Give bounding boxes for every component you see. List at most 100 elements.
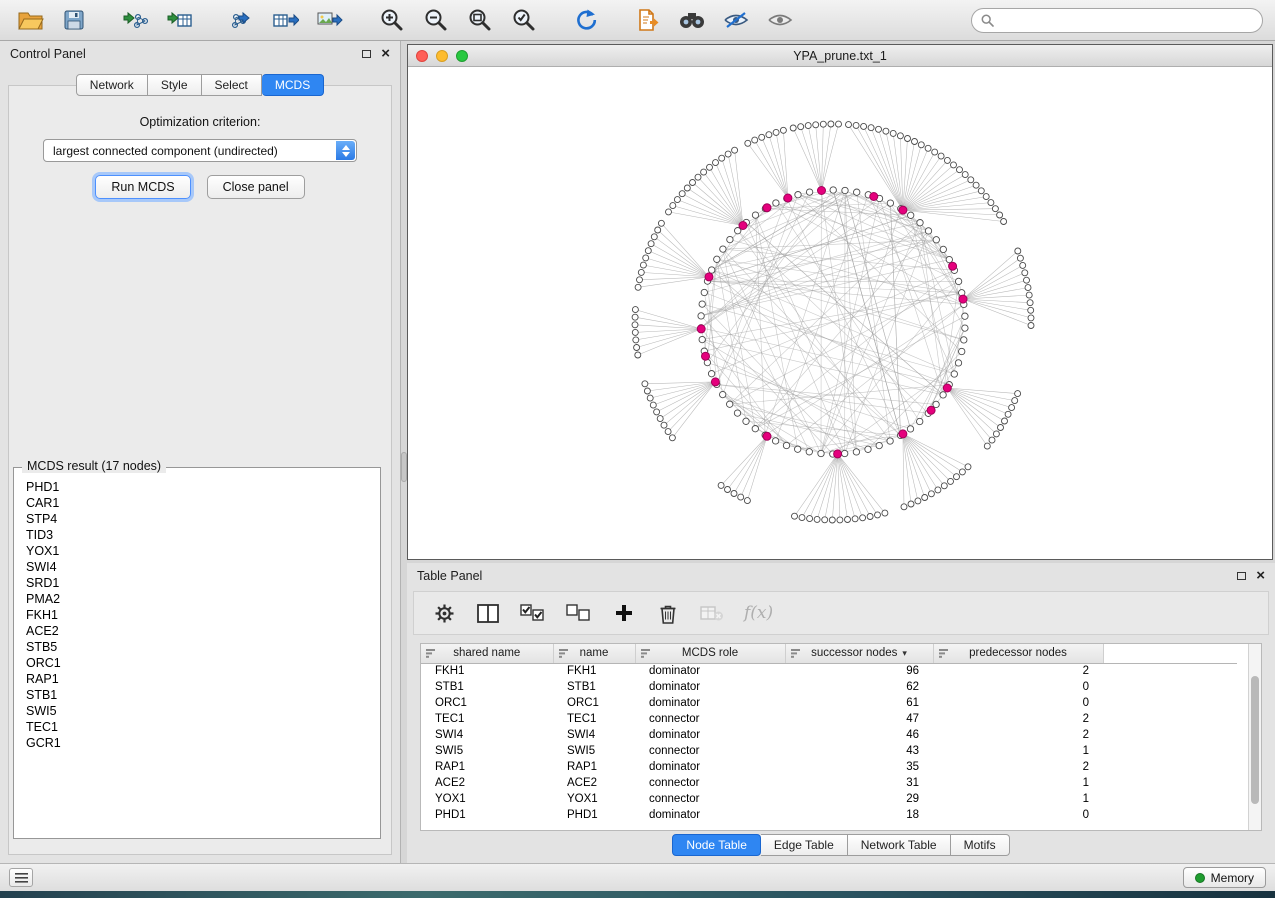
graph-node[interactable] <box>846 122 852 128</box>
graph-node[interactable] <box>984 443 990 449</box>
graph-node[interactable] <box>918 142 924 148</box>
graph-node[interactable] <box>719 155 725 161</box>
status-menu-button[interactable] <box>9 868 33 887</box>
graph-hub-node[interactable] <box>899 430 907 438</box>
graph-node[interactable] <box>743 418 749 424</box>
table-cell[interactable]: ORC1 <box>553 695 635 711</box>
mcds-result-item[interactable]: SWI5 <box>26 703 368 719</box>
table-cell[interactable]: SWI5 <box>553 743 635 759</box>
mcds-result-item[interactable]: ORC1 <box>26 655 368 671</box>
graph-node[interactable] <box>959 348 965 354</box>
hide-details-button[interactable] <box>718 4 754 36</box>
graph-node[interactable] <box>773 200 779 206</box>
table-cell[interactable]: ACE2 <box>421 775 553 791</box>
graph-node[interactable] <box>732 147 738 153</box>
graph-hub-node[interactable] <box>697 325 705 333</box>
graph-node[interactable] <box>993 431 999 437</box>
graph-node[interactable] <box>1022 270 1028 276</box>
table-cell[interactable]: SWI4 <box>421 727 553 743</box>
table-cell[interactable]: 47 <box>785 711 933 727</box>
graph-node[interactable] <box>951 371 957 377</box>
graph-node[interactable] <box>933 237 939 243</box>
graph-node[interactable] <box>647 395 653 401</box>
graph-node[interactable] <box>745 140 751 146</box>
graph-node[interactable] <box>731 491 737 497</box>
graph-node[interactable] <box>883 128 889 134</box>
criterion-dropdown[interactable]: largest connected component (undirected) <box>43 139 357 162</box>
mcds-result-item[interactable]: GCR1 <box>26 735 368 751</box>
graph-node[interactable] <box>828 121 834 127</box>
graph-node[interactable] <box>853 449 859 455</box>
graph-node[interactable] <box>818 450 824 456</box>
close-panel-icon[interactable]: × <box>381 49 390 59</box>
graph-hub-node[interactable] <box>949 262 957 270</box>
graph-node[interactable] <box>1028 307 1034 313</box>
graph-node[interactable] <box>635 284 641 290</box>
graph-node[interactable] <box>790 125 796 131</box>
graph-node[interactable] <box>944 157 950 163</box>
graph-hub-node[interactable] <box>739 222 747 230</box>
graph-node[interactable] <box>720 246 726 252</box>
import-table-button[interactable] <box>162 4 198 36</box>
graph-node[interactable] <box>632 314 638 320</box>
table-cell[interactable]: 46 <box>785 727 933 743</box>
graph-node[interactable] <box>645 248 651 254</box>
graph-node[interactable] <box>633 337 639 343</box>
table-row[interactable]: FKH1FKH1dominator962 <box>421 663 1237 679</box>
mcds-result-item[interactable]: ACE2 <box>26 623 368 639</box>
tab-mcds[interactable]: MCDS <box>262 74 324 96</box>
graph-hub-node[interactable] <box>959 295 967 303</box>
graph-node[interactable] <box>738 494 744 500</box>
show-columns-panel-button[interactable] <box>476 599 500 627</box>
select-all-rows-button[interactable] <box>520 599 546 627</box>
graph-node[interactable] <box>783 442 789 448</box>
graph-node[interactable] <box>853 122 859 128</box>
clear-all-button[interactable] <box>700 599 724 627</box>
graph-node[interactable] <box>860 515 866 521</box>
refresh-view-button[interactable] <box>568 4 604 36</box>
graph-node[interactable] <box>727 236 733 242</box>
table-cell[interactable]: 96 <box>785 663 933 679</box>
graph-node[interactable] <box>651 234 657 240</box>
graph-node[interactable] <box>854 189 860 195</box>
mcds-result-item[interactable]: SWI4 <box>26 559 368 575</box>
table-cell[interactable]: FKH1 <box>553 663 635 679</box>
table-cell[interactable]: dominator <box>635 663 785 679</box>
graph-node[interactable] <box>1027 300 1033 306</box>
graph-node[interactable] <box>868 125 874 131</box>
mcds-result-item[interactable]: PMA2 <box>26 591 368 607</box>
graph-node[interactable] <box>905 136 911 142</box>
graph-node[interactable] <box>887 200 893 206</box>
table-row[interactable]: SWI5SWI5connector431 <box>421 743 1237 759</box>
table-cell[interactable]: PHD1 <box>553 807 635 823</box>
graph-node[interactable] <box>938 153 944 159</box>
graph-hub-node[interactable] <box>711 378 719 386</box>
graph-node[interactable] <box>709 267 715 273</box>
table-tab-edge-table[interactable]: Edge Table <box>761 834 848 856</box>
close-panel-icon[interactable]: × <box>1256 571 1265 581</box>
graph-node[interactable] <box>795 446 801 452</box>
graph-hub-node[interactable] <box>784 194 792 202</box>
mcds-result-item[interactable]: SRD1 <box>26 575 368 591</box>
table-tab-node-table[interactable]: Node Table <box>672 834 761 856</box>
graph-node[interactable] <box>766 132 772 138</box>
graph-node[interactable] <box>933 401 939 407</box>
graph-node[interactable] <box>792 513 798 519</box>
graph-node[interactable] <box>1012 398 1018 404</box>
column-header-shared-name[interactable]: shared name <box>421 644 553 663</box>
graph-node[interactable] <box>699 301 705 307</box>
table-cell[interactable]: SWI5 <box>421 743 553 759</box>
table-cell[interactable]: dominator <box>635 759 785 775</box>
column-header-MCDS-role[interactable]: MCDS role <box>635 644 785 663</box>
table-cell[interactable]: PHD1 <box>421 807 553 823</box>
mcds-result-item[interactable]: TID3 <box>26 527 368 543</box>
table-cell[interactable]: 1 <box>933 791 1103 807</box>
table-cell[interactable]: 0 <box>933 807 1103 823</box>
graph-node[interactable] <box>713 160 719 166</box>
table-cell[interactable]: dominator <box>635 807 785 823</box>
graph-node[interactable] <box>922 495 928 501</box>
table-tab-network-table[interactable]: Network Table <box>848 834 951 856</box>
graph-node[interactable] <box>634 345 640 351</box>
close-panel-button[interactable]: Close panel <box>207 175 305 199</box>
graph-node[interactable] <box>661 422 667 428</box>
